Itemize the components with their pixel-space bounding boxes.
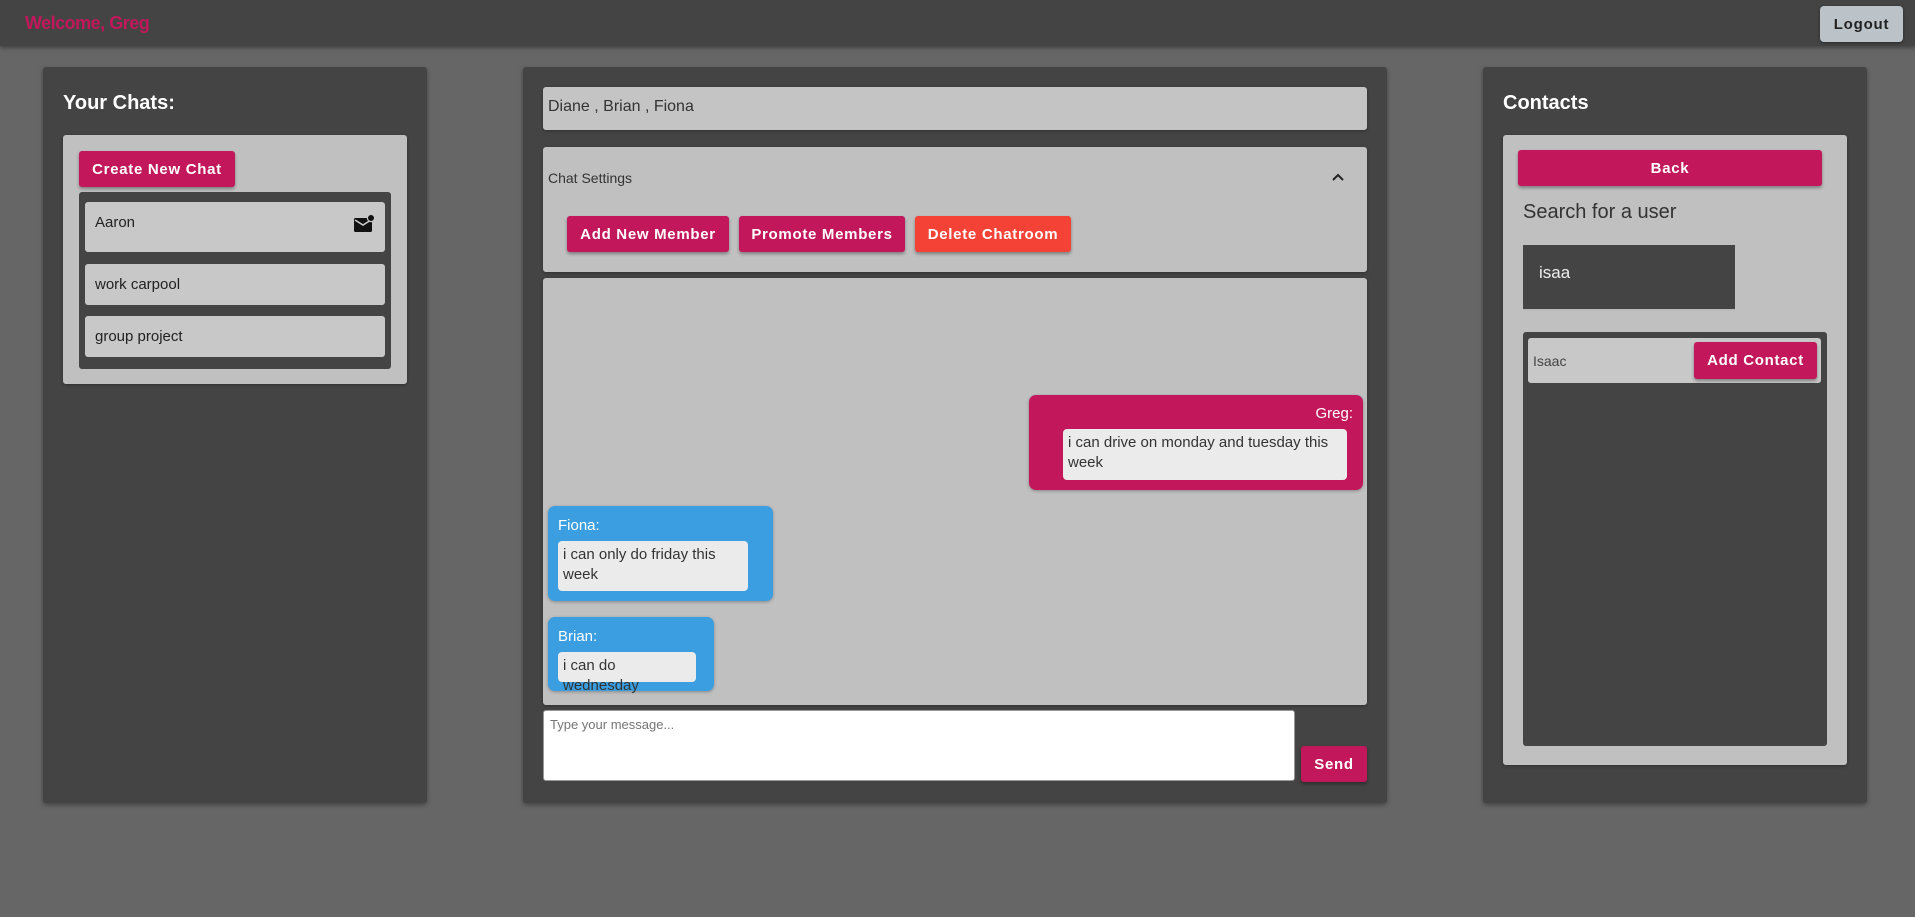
user-search-input[interactable]: isaa	[1523, 245, 1735, 311]
chat-settings-panel: Chat Settings Add New Member Promote Mem…	[543, 147, 1367, 272]
message-sender: Greg:	[1315, 405, 1353, 422]
top-bar: Welcome, Greg Logout	[0, 0, 1915, 46]
search-result-item: Isaac Add Contact	[1528, 338, 1821, 383]
back-button[interactable]: Back	[1518, 150, 1822, 186]
search-heading: Search for a user	[1523, 201, 1677, 223]
add-new-member-button[interactable]: Add New Member	[567, 216, 729, 252]
chats-list: Aaron work carpool group project	[79, 192, 391, 369]
chat-item-label: group project	[95, 328, 183, 345]
send-button[interactable]: Send	[1301, 746, 1367, 782]
chat-item-work-carpool[interactable]: work carpool	[85, 264, 385, 305]
message-sender: Brian:	[558, 628, 598, 645]
chat-panel: Diane , Brian , Fiona Chat Settings Add …	[523, 67, 1387, 803]
chat-item-label: work carpool	[95, 276, 181, 293]
message-input[interactable]	[543, 710, 1295, 781]
message-text: i can do wednesday	[558, 652, 696, 694]
user-search-value: isaa	[1539, 263, 1571, 282]
search-result-name: Isaac	[1533, 353, 1567, 369]
contacts-panel: Contacts Back Search for a user isaa Isa…	[1483, 67, 1867, 803]
chat-item-label: Aaron	[95, 214, 136, 231]
chat-item-aaron[interactable]: Aaron	[85, 202, 385, 252]
message-bubble-own: Greg: i can drive on monday and tuesday …	[1029, 395, 1363, 490]
contacts-panel-title: Contacts	[1503, 92, 1589, 114]
mail-unread-icon	[353, 213, 376, 238]
chevron-up-icon[interactable]	[1331, 169, 1345, 187]
message-bubble-other: Fiona: i can only do friday this week	[548, 506, 773, 601]
messages-area: Greg: i can drive on monday and tuesday …	[543, 278, 1367, 705]
delete-chatroom-button[interactable]: Delete Chatroom	[915, 216, 1071, 252]
chat-members: Diane , Brian , Fiona	[548, 98, 694, 115]
chat-item-group-project[interactable]: group project	[85, 316, 385, 357]
message-sender: Fiona:	[558, 517, 600, 534]
search-results-list: Isaac Add Contact	[1523, 332, 1827, 746]
message-text: i can drive on monday and tuesday this w…	[1063, 429, 1347, 480]
chats-list-card: Create New Chat Aaron work carpool group…	[63, 135, 407, 384]
welcome-text: Welcome, Greg	[25, 13, 150, 33]
promote-members-button[interactable]: Promote Members	[739, 216, 905, 252]
add-contact-button[interactable]: Add Contact	[1694, 342, 1817, 379]
message-text: i can only do friday this week	[558, 541, 748, 591]
chat-members-bar: Diane , Brian , Fiona	[543, 87, 1367, 130]
chats-panel-title: Your Chats:	[63, 92, 175, 114]
chat-settings-label[interactable]: Chat Settings	[548, 170, 632, 186]
message-bubble-other: Brian: i can do wednesday	[548, 617, 714, 694]
create-new-chat-button[interactable]: Create New Chat	[79, 151, 235, 187]
contacts-card: Back Search for a user isaa Isaac Add Co…	[1503, 135, 1847, 765]
chats-panel: Your Chats: Create New Chat Aaron work c…	[43, 67, 427, 803]
logout-button[interactable]: Logout	[1820, 6, 1903, 42]
